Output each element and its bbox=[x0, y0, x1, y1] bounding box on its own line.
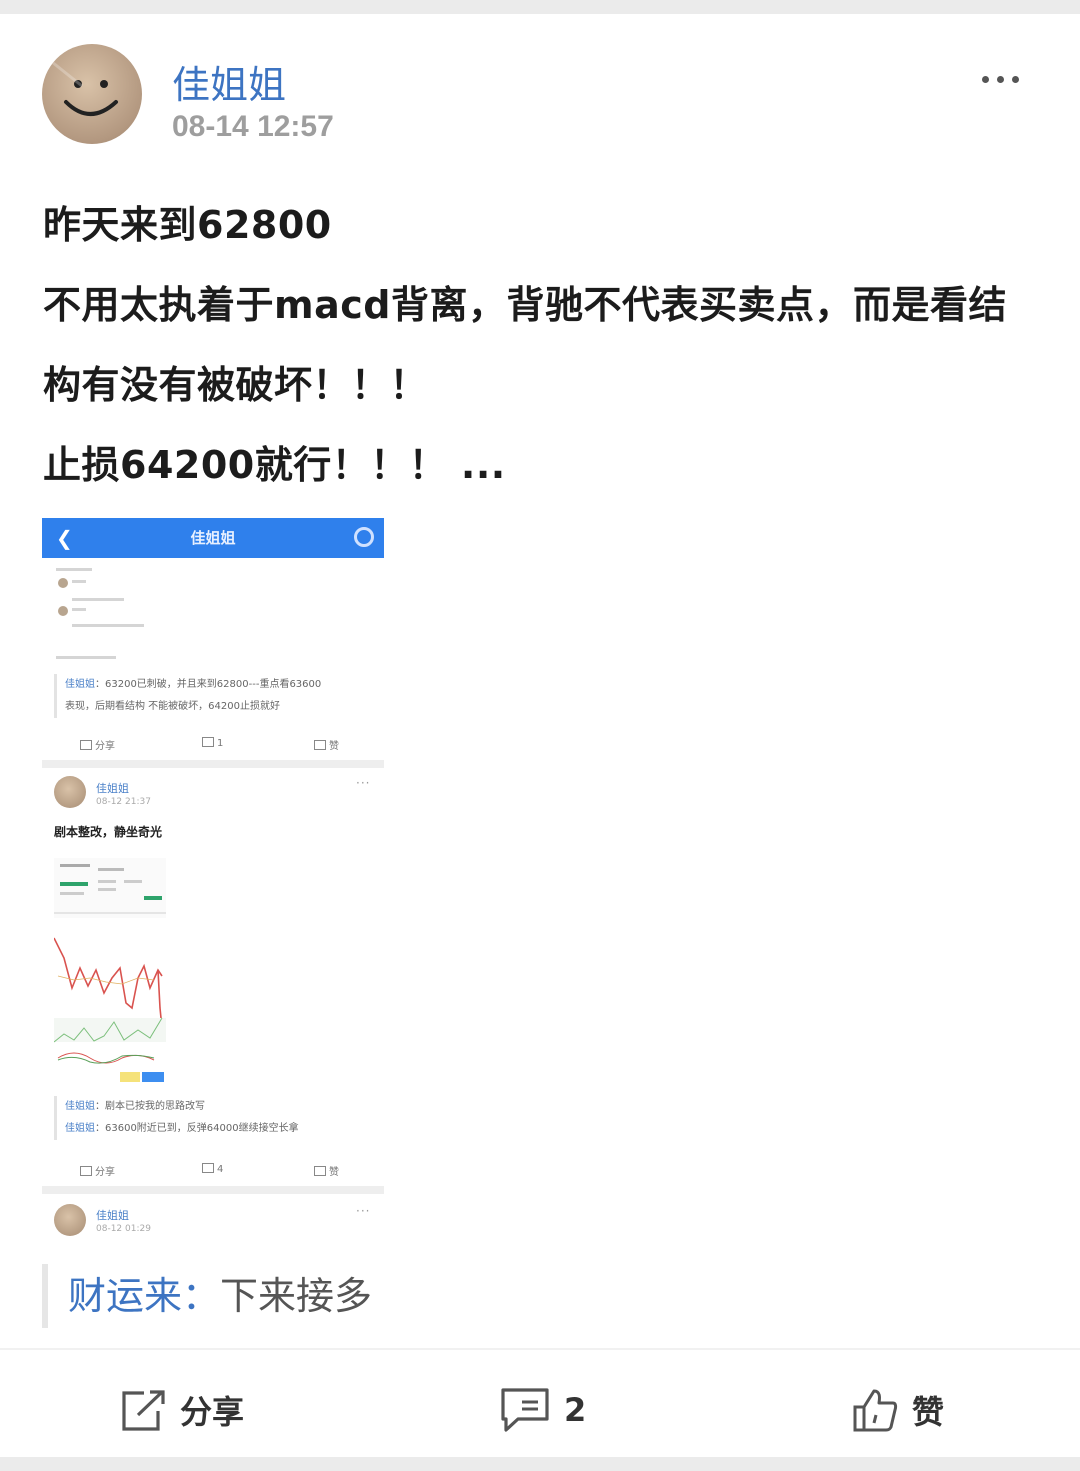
reply-text: 63600附近已到，反弹64000继续接空长拿 bbox=[105, 1123, 299, 1134]
screenshot-avatar bbox=[54, 776, 86, 808]
like-action: 赞 bbox=[314, 1163, 339, 1178]
mini-text bbox=[72, 598, 124, 601]
comment-preview[interactable]: 财运来：下来接多 bbox=[42, 1264, 372, 1328]
like-label: 赞 bbox=[912, 1393, 945, 1431]
post-text-line-1: 昨天来到62800 bbox=[43, 203, 332, 247]
comment-count: 2 bbox=[564, 1391, 587, 1429]
share-button[interactable]: 分享 bbox=[120, 1384, 244, 1436]
screenshot-reply: 佳姐姐：63200已刺破，并且来到62800---重点看63600 表现，后期看… bbox=[54, 674, 376, 718]
reply-user: 佳姐姐 bbox=[65, 1101, 95, 1112]
post-text-line-3: 构有没有被破坏！！！ bbox=[43, 363, 429, 407]
screenshot-time: 08-12 21:37 bbox=[96, 797, 151, 807]
reply-separator: ： bbox=[95, 679, 105, 690]
attached-screenshot[interactable]: ❮ 佳姐姐 佳姐姐：63200已刺破，并且来到62800---重点看63600 … bbox=[42, 518, 384, 1236]
comment-text: 下来接多 bbox=[220, 1274, 373, 1318]
author-name[interactable]: 佳姐姐 bbox=[172, 54, 286, 109]
comment-action: 1 bbox=[202, 737, 223, 749]
mini-text bbox=[56, 568, 92, 571]
mini-text bbox=[56, 656, 116, 659]
bottom-strip bbox=[0, 1457, 1080, 1471]
reply-text-line2: 表现，后期看结构 不能被破坏，64200止损就好 bbox=[65, 701, 280, 712]
like-button[interactable]: 赞 bbox=[852, 1384, 944, 1436]
screenshot-post-text: 剧本整改，静坐奇光 bbox=[54, 825, 163, 839]
reply-separator: ： bbox=[95, 1123, 105, 1134]
reply-text: 63200已刺破，并且来到62800---重点看63600 bbox=[105, 679, 322, 690]
screenshot-divider bbox=[42, 760, 384, 768]
mini-avatar bbox=[58, 606, 68, 616]
screenshot-divider bbox=[42, 1186, 384, 1194]
screenshot-header: ❮ 佳姐姐 bbox=[42, 518, 384, 558]
reply-user: 佳姐姐 bbox=[65, 1123, 95, 1134]
reply-text: 剧本已按我的思路改写 bbox=[105, 1101, 205, 1112]
screenshot-time: 08-12 01:29 bbox=[96, 1224, 151, 1234]
avatar[interactable] bbox=[42, 44, 142, 144]
more-options-icon[interactable] bbox=[982, 68, 1038, 83]
screenshot-title: 佳姐姐 bbox=[190, 529, 236, 547]
comment-separator: ： bbox=[182, 1274, 221, 1318]
comment-button[interactable]: 2 bbox=[500, 1384, 586, 1436]
action-divider bbox=[0, 1348, 1080, 1350]
mini-avatar bbox=[58, 578, 68, 588]
mini-more-icon: ··· bbox=[356, 776, 371, 790]
reply-user: 佳姐姐 bbox=[65, 679, 95, 690]
thumbs-up-icon bbox=[853, 1389, 898, 1432]
share-icon bbox=[122, 1390, 165, 1431]
screenshot-avatar bbox=[54, 1204, 86, 1236]
like-action: 赞 bbox=[314, 737, 339, 752]
share-label: 分享 bbox=[180, 1393, 245, 1431]
mini-text bbox=[72, 608, 86, 611]
comment-icon bbox=[501, 1388, 549, 1432]
post-time: 08-14 12:57 bbox=[172, 110, 334, 143]
top-strip bbox=[0, 0, 1080, 14]
screenshot-author: 佳姐姐 bbox=[96, 782, 129, 795]
post-text-line-4: 止损64200就行！！！ ... bbox=[43, 443, 506, 487]
mini-more-icon: ··· bbox=[356, 1204, 371, 1218]
post-text-line-2: 不用太执着于macd背离，背驰不代表买卖点，而是看结 bbox=[43, 283, 1007, 327]
comment-action: 4 bbox=[202, 1163, 223, 1175]
screenshot-reply-1: 佳姐姐：剧本已按我的思路改写 佳姐姐：63600附近已到，反弹64000继续接空… bbox=[54, 1096, 376, 1140]
post-card: 佳姐姐 08-14 12:57 昨天来到62800 不用太执着于macd背离，背… bbox=[0, 14, 1080, 1457]
mini-price-chart bbox=[53, 858, 166, 1088]
smiley-face-icon bbox=[51, 60, 118, 116]
share-action: 分享 bbox=[80, 737, 115, 752]
settings-gear-icon bbox=[354, 527, 374, 547]
share-action: 分享 bbox=[80, 1163, 115, 1178]
comment-user[interactable]: 财运来 bbox=[68, 1274, 182, 1318]
mini-text bbox=[72, 580, 86, 583]
screenshot-author: 佳姐姐 bbox=[96, 1209, 129, 1222]
mini-text bbox=[72, 624, 144, 627]
reply-separator: ： bbox=[95, 1101, 105, 1112]
